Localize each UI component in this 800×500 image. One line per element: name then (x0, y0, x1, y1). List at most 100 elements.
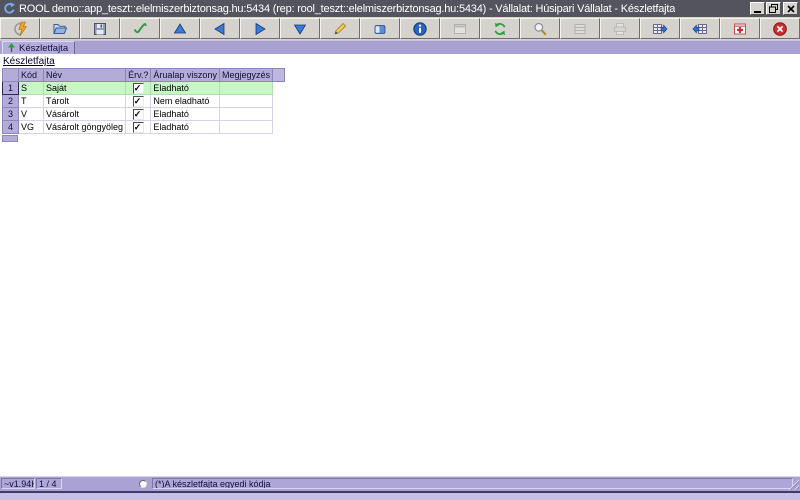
cell-kod[interactable]: S (18, 81, 44, 95)
import-button[interactable] (680, 18, 720, 39)
app-window: ROOL demo::app_teszt::elelmiszerbiztonsa… (0, 0, 800, 493)
tab-label: Készletfajta (19, 42, 69, 54)
content-area: Készletfajta Kód Név Érv.? Árualap viszo… (0, 54, 800, 477)
info-icon (413, 21, 427, 36)
status-radio[interactable] (139, 480, 147, 488)
minimize-button[interactable] (750, 2, 765, 15)
new-window-icon (734, 23, 746, 34)
row-number[interactable]: 2 (2, 94, 19, 108)
arrow-right-icon (255, 22, 266, 35)
column-header-nev[interactable]: Név (42, 68, 127, 82)
edit-button[interactable] (320, 18, 360, 39)
table-export-icon (653, 23, 668, 34)
search-icon (534, 22, 547, 35)
new-window-button[interactable] (720, 18, 760, 39)
window-button[interactable] (440, 18, 480, 39)
cell-megjegyzes[interactable] (218, 81, 273, 95)
cell-kod[interactable]: V (18, 107, 44, 121)
tab-strip: Készletfajta (0, 40, 800, 54)
cell-arualap[interactable]: Eladható (150, 81, 220, 95)
bolt-button[interactable] (0, 18, 40, 39)
checkbox[interactable] (132, 95, 144, 107)
new-row-stub[interactable] (2, 135, 18, 142)
grid-row: 1 S Saját Eladható (2, 81, 285, 95)
list-button[interactable] (560, 18, 600, 39)
cell-arualap[interactable]: Nem eladható (150, 94, 220, 108)
tab-keszletfajta[interactable]: Készletfajta (2, 41, 76, 54)
status-bar: ~v1.94H 1 / 4 (*)A készletfajta egyedi k… (0, 476, 800, 491)
arrow-up-icon (173, 22, 187, 33)
cell-erv (125, 81, 152, 95)
column-header-kod[interactable]: Kód (18, 68, 44, 82)
accept-button[interactable] (120, 18, 160, 39)
open-button[interactable] (40, 18, 80, 39)
column-header-arualap[interactable]: Árualap viszony (150, 68, 220, 82)
exit-icon (773, 21, 787, 36)
restore-button[interactable] (766, 2, 781, 15)
rotate-arrow-icon[interactable] (3, 2, 16, 15)
arrow-down-icon (293, 24, 307, 35)
row-number[interactable]: 3 (2, 107, 19, 121)
window-icon (454, 23, 466, 34)
refresh-icon (494, 22, 506, 35)
cell-erv (125, 107, 152, 121)
edit-icon (334, 22, 346, 35)
cell-nev[interactable]: Vásárolt (42, 107, 127, 121)
toolbar (0, 17, 800, 40)
status-hint: (*)A készletfajta egyedi kódja (152, 478, 793, 489)
grid-row: 2 T Tárolt Nem eladható (2, 94, 285, 108)
desktop-strip (0, 493, 800, 500)
cell-nev[interactable]: Saját (42, 81, 127, 95)
print-button[interactable] (600, 18, 640, 39)
grid-header-row: Kód Név Érv.? Árualap viszony Megjegyzés (2, 68, 285, 82)
exit-button[interactable] (760, 18, 800, 39)
export-button[interactable] (640, 18, 680, 39)
clear-button[interactable] (360, 18, 400, 39)
section-label: Készletfajta (3, 56, 55, 67)
cell-nev[interactable]: Tárolt (42, 94, 127, 108)
row-number[interactable]: 1 (2, 81, 19, 95)
cell-kod[interactable]: VG (18, 120, 44, 134)
arrow-left-icon (214, 22, 225, 35)
list-icon (574, 23, 586, 34)
nav-down-button[interactable] (280, 18, 320, 39)
eraser-icon (374, 24, 386, 34)
nav-left-button[interactable] (200, 18, 240, 39)
close-icon (786, 4, 795, 13)
version-label: ~v1.94H (1, 478, 35, 489)
checkbox[interactable] (132, 82, 144, 94)
column-header-erv[interactable]: Érv.? (125, 68, 152, 82)
info-button[interactable] (400, 18, 440, 39)
cell-megjegyzes[interactable] (218, 94, 273, 108)
bolt-icon (14, 21, 28, 36)
row-number[interactable]: 4 (2, 120, 19, 134)
refresh-button[interactable] (480, 18, 520, 39)
cell-kod[interactable]: T (18, 94, 44, 108)
nav-right-button[interactable] (240, 18, 280, 39)
record-position: 1 / 4 (36, 478, 62, 489)
cell-arualap[interactable]: Eladható (150, 107, 220, 121)
cell-megjegyzes[interactable] (218, 120, 273, 134)
accept-icon (133, 22, 147, 33)
table-import-icon (692, 23, 707, 34)
cell-arualap[interactable]: Eladható (150, 120, 220, 134)
cell-megjegyzes[interactable] (218, 107, 273, 121)
save-icon (94, 22, 106, 35)
checkbox[interactable] (132, 121, 144, 133)
grid-row: 4 VG Vásárolt göngyöleg Eladható (2, 120, 285, 134)
close-button[interactable] (783, 2, 798, 15)
column-header-megjegyzes[interactable]: Megjegyzés (218, 68, 273, 82)
search-button[interactable] (520, 18, 560, 39)
cell-erv (125, 94, 152, 108)
titlebar: ROOL demo::app_teszt::elelmiszerbiztonsa… (0, 0, 800, 17)
plant-icon (8, 43, 15, 52)
save-button[interactable] (80, 18, 120, 39)
cell-nev[interactable]: Vásárolt göngyöleg (42, 120, 127, 134)
column-header-stub (271, 68, 285, 82)
grid: Kód Név Érv.? Árualap viszony Megjegyzés… (2, 68, 285, 134)
nav-up-button[interactable] (160, 18, 200, 39)
cell-erv (125, 120, 152, 134)
checkbox[interactable] (132, 108, 144, 120)
row-selector-header (2, 68, 19, 82)
print-icon (614, 22, 626, 35)
